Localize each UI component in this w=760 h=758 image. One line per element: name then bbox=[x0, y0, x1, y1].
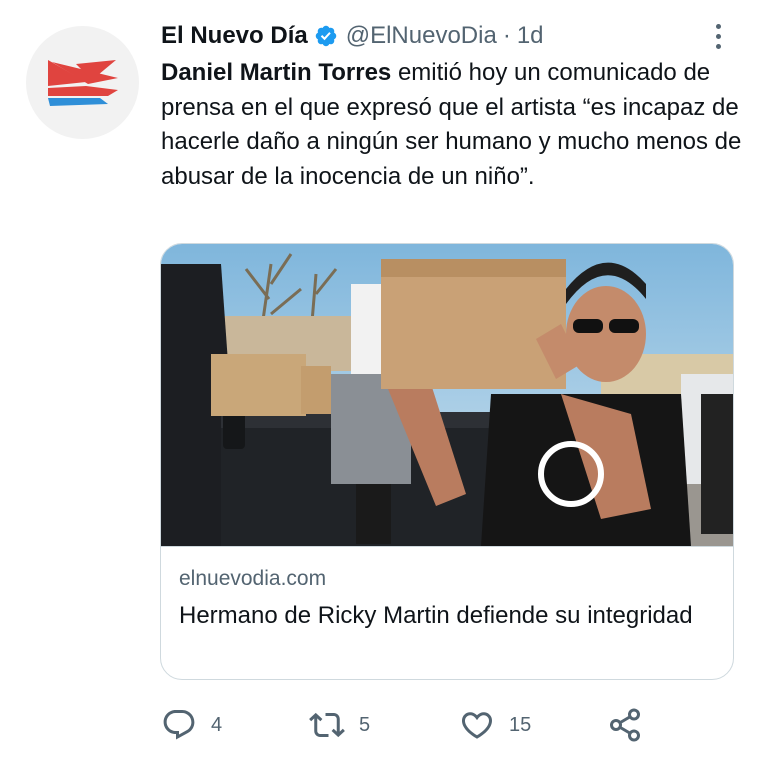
tweet-timestamp[interactable]: 1d bbox=[517, 22, 544, 50]
mention-name: Daniel Martin Torres bbox=[161, 59, 392, 86]
like-count: 15 bbox=[509, 713, 532, 736]
reply-button[interactable]: 4 bbox=[161, 700, 222, 750]
card-title: Hermano de Ricky Martin defiende su inte… bbox=[179, 602, 693, 629]
reply-count: 4 bbox=[211, 713, 223, 736]
retweet-count: 5 bbox=[359, 713, 371, 736]
tweet-header: El Nuevo Día @ElNuevoDia · 1d bbox=[161, 20, 544, 52]
card-domain: elnuevodia.com bbox=[179, 567, 327, 590]
card-photo-illustration bbox=[161, 244, 733, 546]
like-button[interactable]: 15 bbox=[459, 700, 531, 750]
avatar[interactable] bbox=[26, 26, 139, 139]
tweet-text: Daniel Martin Torres emitió hoy un comun… bbox=[161, 56, 751, 194]
verified-badge-icon bbox=[315, 25, 336, 47]
author-handle[interactable]: @ElNuevoDia bbox=[346, 22, 497, 50]
more-dot-icon bbox=[715, 23, 721, 29]
share-icon bbox=[610, 708, 640, 742]
separator-dot: · bbox=[502, 22, 511, 49]
more-dot-icon bbox=[715, 33, 721, 39]
more-dot-icon bbox=[715, 43, 721, 49]
author-display-name[interactable]: El Nuevo Día bbox=[161, 22, 308, 50]
retweet-button[interactable]: 5 bbox=[309, 700, 370, 750]
card-photo[interactable] bbox=[161, 244, 733, 546]
card-divider bbox=[161, 546, 733, 547]
el-nuevo-dia-logo-icon bbox=[47, 59, 118, 106]
retweet-icon bbox=[309, 712, 345, 738]
heart-icon bbox=[461, 712, 493, 739]
link-card[interactable]: elnuevodia.com Hermano de Ricky Martin d… bbox=[160, 243, 734, 680]
share-button[interactable] bbox=[607, 700, 643, 750]
reply-icon bbox=[163, 710, 195, 740]
more-options-button[interactable] bbox=[706, 20, 730, 52]
tweet-actions: 4 5 15 bbox=[161, 700, 661, 750]
